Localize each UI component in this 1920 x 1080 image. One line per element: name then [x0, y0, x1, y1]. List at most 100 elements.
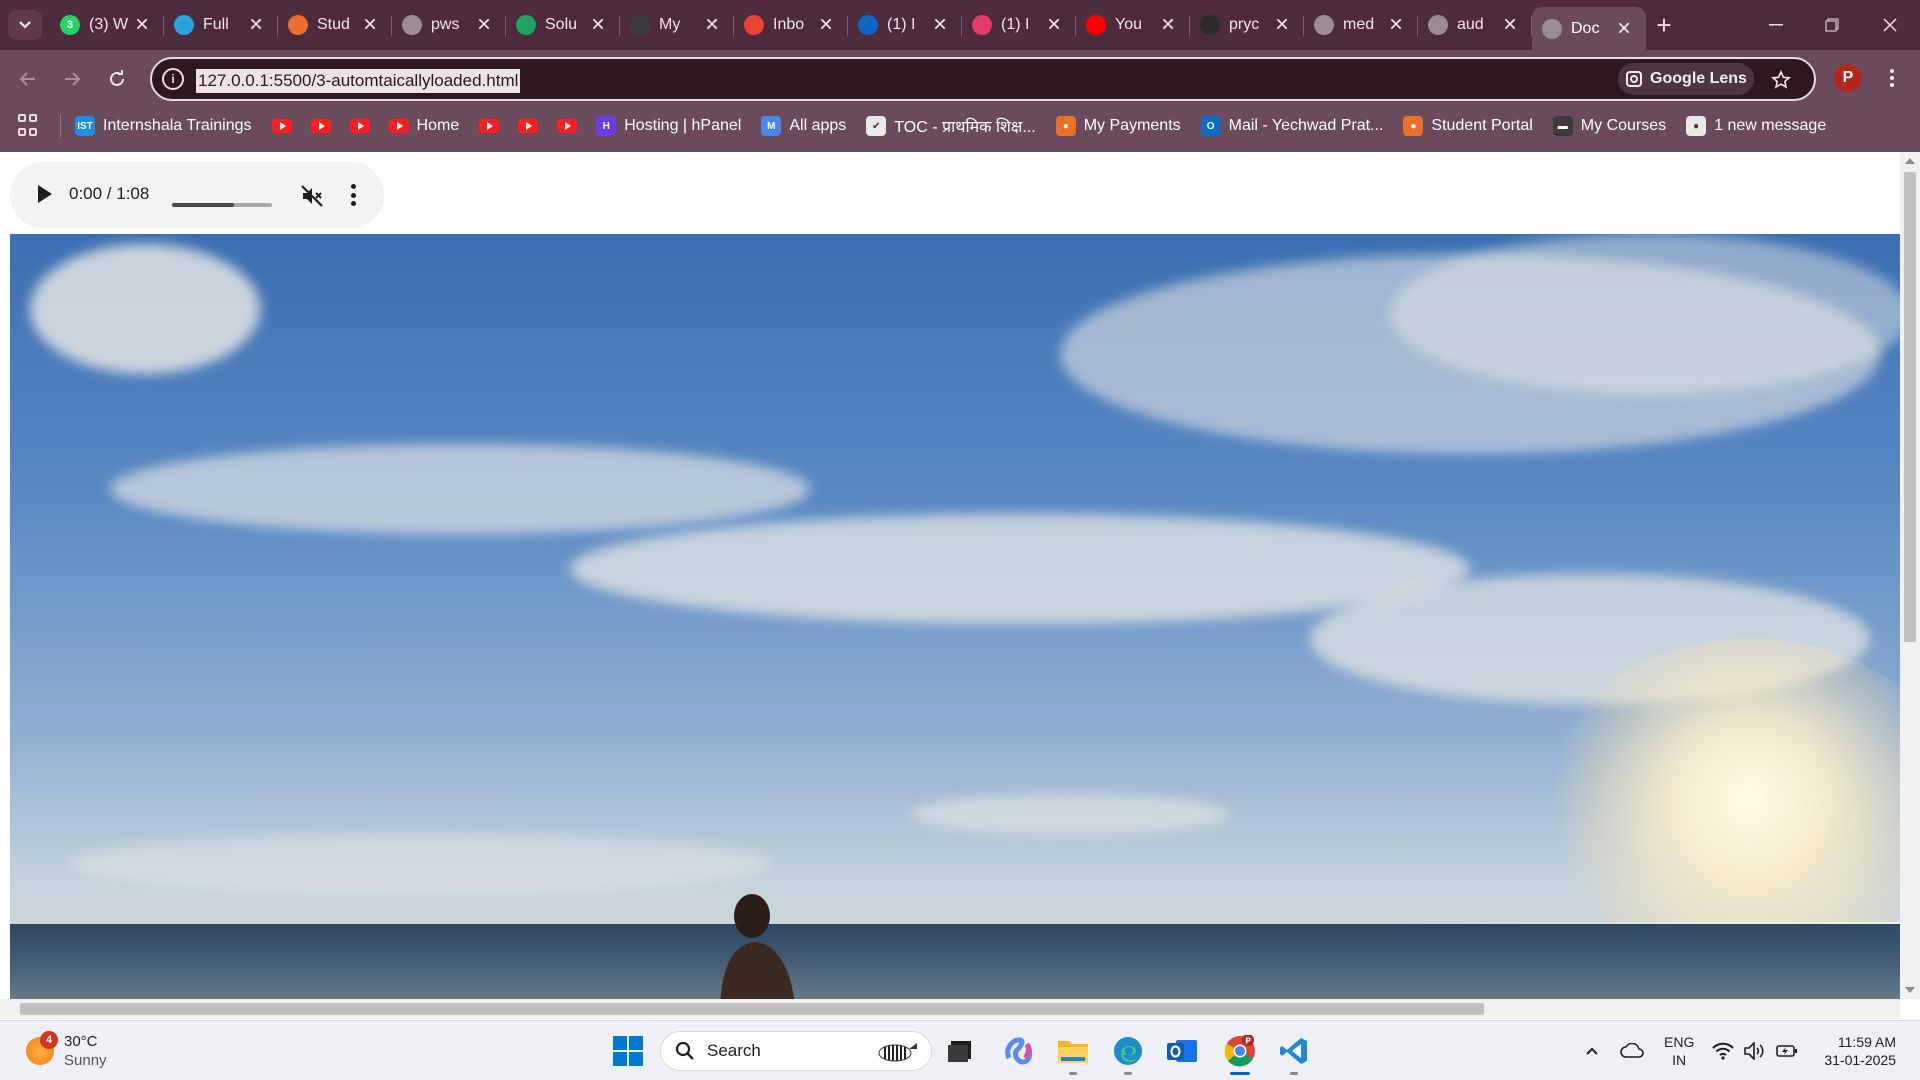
bookmark-item[interactable]: Home [388, 117, 459, 135]
show-hidden-icons-button[interactable] [1574, 1033, 1610, 1069]
close-icon[interactable]: ✕ [1044, 15, 1064, 36]
close-icon[interactable]: ✕ [246, 15, 266, 36]
address-bar[interactable]: i 127.0.0.1:5500/3-automtaicallyloaded.h… [150, 57, 1816, 101]
browser-tab[interactable]: Inbo ✕ [734, 0, 848, 50]
browser-tab[interactable]: You ✕ [1076, 0, 1190, 50]
close-icon[interactable]: ✕ [702, 15, 722, 36]
forward-button[interactable] [56, 63, 88, 95]
minimize-button[interactable] [1756, 8, 1796, 42]
bookmark-item[interactable] [557, 119, 578, 133]
close-icon[interactable]: ✕ [930, 15, 950, 36]
tab-search-button[interactable] [8, 10, 42, 40]
language-indicator[interactable]: ENG IN [1664, 1033, 1694, 1069]
browser-tab[interactable]: My ✕ [620, 0, 734, 50]
arrow-right-icon [65, 72, 81, 86]
globe-icon [1428, 15, 1448, 35]
bookmark-star-button[interactable] [1766, 65, 1796, 95]
audio-options-button[interactable] [348, 182, 358, 208]
battery-button[interactable] [1772, 1033, 1802, 1069]
language-code: ENG [1664, 1034, 1695, 1050]
start-button[interactable] [610, 1033, 646, 1069]
play-icon[interactable] [34, 182, 54, 206]
bookmark-item[interactable] [479, 119, 500, 133]
outlook-button[interactable] [1164, 1033, 1200, 1069]
browser-tab[interactable]: pryc ✕ [1190, 0, 1304, 50]
scroll-down-arrow[interactable] [1905, 987, 1915, 993]
reload-button[interactable] [101, 63, 133, 95]
browser-tab[interactable]: med ✕ [1304, 0, 1418, 50]
close-icon[interactable]: ✕ [132, 15, 152, 36]
url-text[interactable]: 127.0.0.1:5500/3-automtaicallyloaded.htm… [196, 69, 521, 93]
apps-grid-icon[interactable] [18, 114, 42, 138]
site-info-icon[interactable]: i [162, 68, 184, 90]
restore-button[interactable] [1812, 8, 1852, 42]
file-explorer-button[interactable] [1055, 1033, 1091, 1075]
threads-icon [972, 15, 992, 35]
browser-tab[interactable]: (1) I ✕ [962, 0, 1076, 50]
vertical-scroll-thumb[interactable] [1904, 172, 1916, 642]
bookmark-item[interactable]: ✔ TOC - प्राथमिक शिक्ष... [866, 115, 1036, 137]
profile-avatar[interactable]: P [1834, 64, 1862, 92]
close-window-button[interactable] [1870, 8, 1910, 42]
browser-menu-button[interactable] [1880, 62, 1904, 94]
bookmark-item[interactable] [518, 119, 539, 133]
search-placeholder: Search [707, 1041, 761, 1060]
close-icon[interactable]: ✕ [816, 15, 836, 36]
copilot-icon [1005, 1037, 1033, 1065]
bookmark-item[interactable]: ● 1 new message [1686, 116, 1826, 136]
bookmark-item[interactable] [349, 119, 370, 133]
bookmark-item[interactable]: IST Internshala Trainings [75, 116, 252, 136]
onedrive-button[interactable] [1614, 1033, 1650, 1069]
bookmark-item[interactable]: ▬ My Courses [1552, 116, 1666, 136]
whatsapp-icon: 3 [60, 15, 80, 35]
task-view-button[interactable] [942, 1033, 978, 1069]
bookmark-item[interactable] [310, 119, 331, 133]
weather-widget[interactable]: 4 30°C Sunny [26, 1031, 107, 1070]
close-icon[interactable]: ✕ [1614, 18, 1634, 39]
volume-button[interactable] [1740, 1033, 1770, 1069]
horizontal-scroll-thumb[interactable] [20, 1003, 1484, 1015]
video-player[interactable] [10, 234, 1900, 999]
browser-tab[interactable]: 3 (3) W ✕ [50, 0, 164, 50]
horizontal-scrollbar[interactable] [0, 999, 1900, 1019]
close-icon[interactable]: ✕ [588, 15, 608, 36]
page-viewport: 0:00 / 1:08 [0, 152, 1900, 999]
vscode-button[interactable] [1276, 1033, 1312, 1075]
close-icon[interactable]: ✕ [360, 15, 380, 36]
browser-tab[interactable]: Stud ✕ [278, 0, 392, 50]
vertical-scrollbar[interactable] [1900, 152, 1920, 999]
system-clock[interactable]: 11:59 AM 31-01-2025 [1812, 1033, 1896, 1069]
bookmark-item[interactable] [271, 119, 292, 133]
windows-taskbar: 4 30°C Sunny Search P ENG IN 11:59 AM 31… [0, 1020, 1920, 1080]
browser-tab[interactable]: Solu ✕ [506, 0, 620, 50]
close-icon[interactable]: ✕ [1158, 15, 1178, 36]
close-icon[interactable]: ✕ [1272, 15, 1292, 36]
bookmark-item[interactable]: O Mail - Yechwad Prat... [1200, 116, 1383, 136]
volume-slider[interactable] [172, 203, 272, 207]
browser-tab[interactable]: Full ✕ [164, 0, 278, 50]
close-icon[interactable]: ✕ [474, 15, 494, 36]
chrome-icon: P [1224, 1035, 1255, 1067]
new-tab-button[interactable]: + [1650, 10, 1678, 40]
bookmark-item[interactable]: H Hosting | hPanel [596, 116, 741, 136]
chrome-button[interactable]: P [1222, 1033, 1258, 1075]
taskbar-search[interactable]: Search [660, 1031, 932, 1071]
copilot-button[interactable] [1000, 1033, 1036, 1069]
wifi-icon [1712, 1042, 1734, 1060]
edge-button[interactable] [1110, 1033, 1146, 1075]
browser-tab[interactable]: aud ✕ [1418, 0, 1532, 50]
browser-tab[interactable]: (1) I ✕ [848, 0, 962, 50]
browser-tab[interactable]: Doc ✕ [1532, 7, 1646, 50]
close-icon[interactable]: ✕ [1500, 15, 1520, 36]
wifi-button[interactable] [1708, 1033, 1738, 1069]
volume-muted-icon[interactable] [300, 184, 324, 208]
scroll-up-arrow[interactable] [1905, 158, 1915, 164]
back-button[interactable] [12, 63, 44, 95]
tab-title: Doc [1571, 19, 1600, 37]
close-icon[interactable]: ✕ [1386, 15, 1406, 36]
bookmark-item[interactable]: ● Student Portal [1403, 116, 1533, 136]
bookmark-item[interactable]: M All apps [761, 116, 846, 136]
bookmark-item[interactable]: ● My Payments [1055, 116, 1181, 136]
google-lens-button[interactable]: Google Lens [1618, 63, 1754, 95]
browser-tab[interactable]: pws ✕ [392, 0, 506, 50]
